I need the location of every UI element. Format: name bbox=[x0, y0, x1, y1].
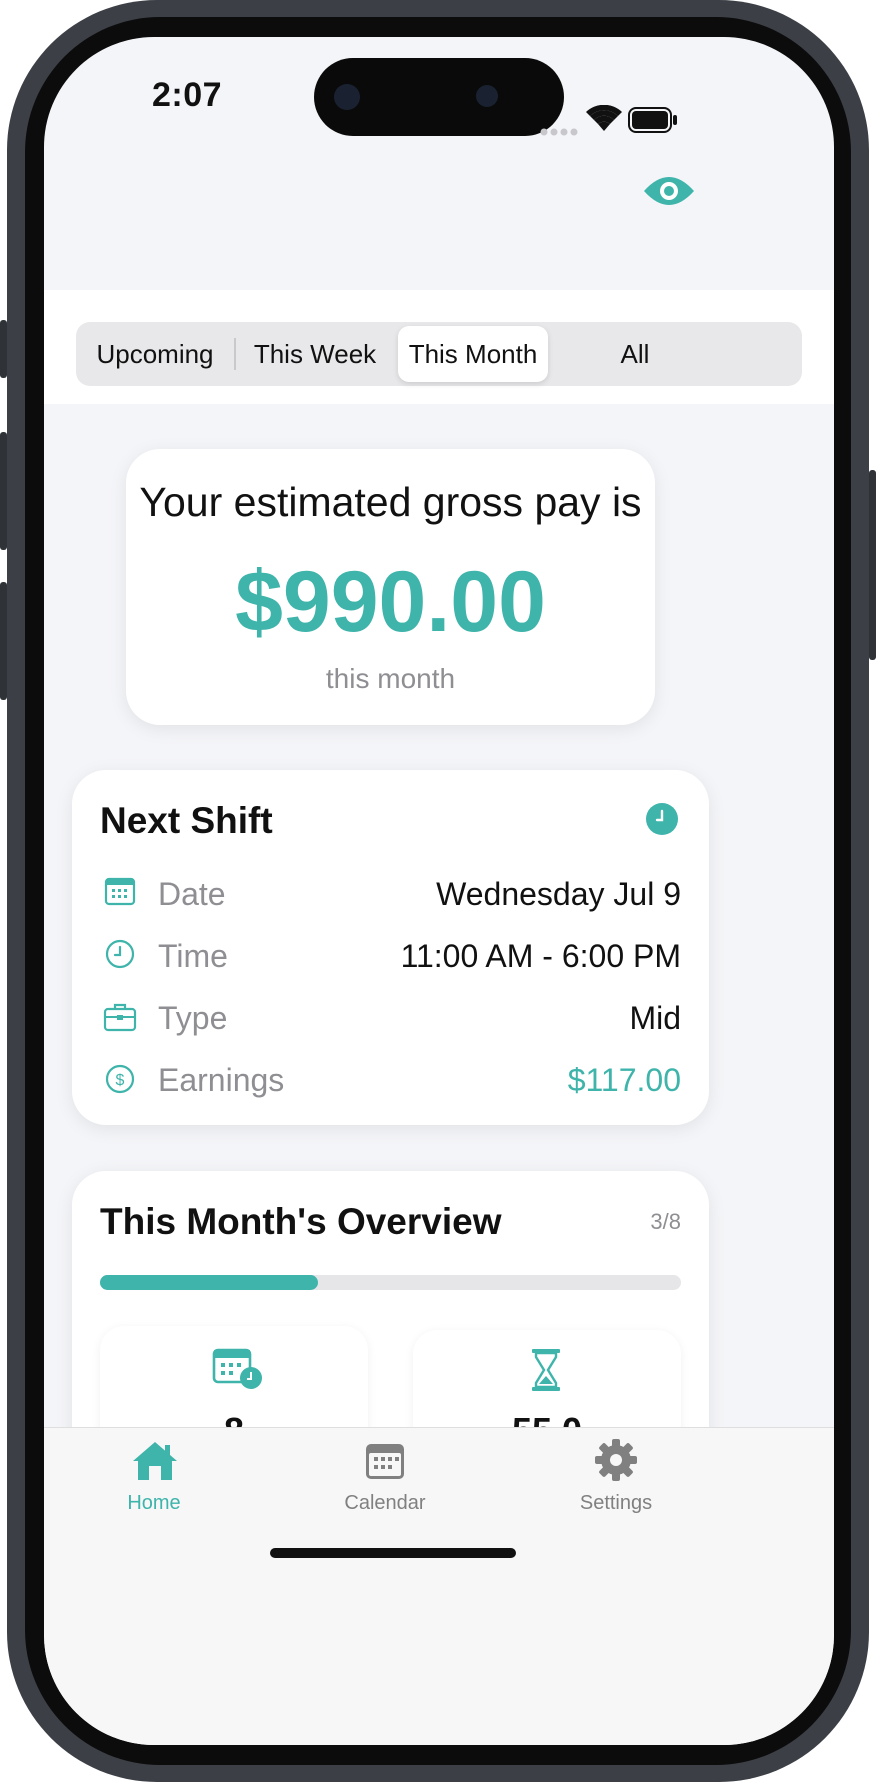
volume-up-button bbox=[0, 432, 7, 550]
time-label: Time bbox=[158, 938, 228, 974]
visibility-eye-icon[interactable] bbox=[642, 173, 696, 214]
type-value: Mid bbox=[629, 1000, 681, 1036]
gear-icon bbox=[594, 1438, 638, 1487]
hourglass-icon bbox=[531, 1348, 561, 1397]
time-value: 11:00 AM - 6:00 PM bbox=[400, 938, 681, 974]
calendar-icon bbox=[365, 1442, 405, 1485]
wifi-icon bbox=[586, 104, 622, 138]
calendar-icon bbox=[104, 876, 136, 911]
bottom-tab-bar: Home Calendar Settings bbox=[44, 1427, 834, 1745]
earnings-label: Earnings bbox=[158, 1062, 285, 1098]
clock-badge-icon bbox=[646, 803, 678, 840]
power-button bbox=[869, 470, 876, 660]
gross-pay-card: Your estimated gross pay is $990.00 this… bbox=[126, 449, 655, 725]
tab-home-label: Home bbox=[127, 1492, 181, 1514]
overview-progress-bar bbox=[100, 1275, 681, 1290]
date-label: Date bbox=[158, 876, 226, 912]
svg-text:$: $ bbox=[116, 1072, 125, 1089]
camera-lens bbox=[334, 84, 360, 110]
tab-settings[interactable]: Settings bbox=[536, 1428, 696, 1528]
gross-pay-amount: $990.00 bbox=[235, 554, 546, 650]
dollar-icon: $ bbox=[105, 1064, 135, 1099]
app-screen: 2:07 Upcoming This Week This Month All Y… bbox=[44, 37, 834, 1745]
calendar-clock-icon bbox=[212, 1346, 264, 1395]
overview-count: 3/8 bbox=[650, 1209, 681, 1234]
segment-all[interactable]: All bbox=[556, 322, 714, 386]
next-shift-card[interactable]: Next Shift Date Wednesday Jul 9 Time 11:… bbox=[72, 770, 709, 1125]
segment-this-week[interactable]: This Week bbox=[236, 322, 394, 386]
tab-home[interactable]: Home bbox=[74, 1428, 234, 1528]
overview-title: This Month's Overview bbox=[100, 1201, 502, 1242]
period-segmented-control: Upcoming This Week This Month All bbox=[76, 322, 802, 386]
house-icon bbox=[131, 1440, 179, 1487]
type-label: Type bbox=[158, 1000, 228, 1036]
status-time: 2:07 bbox=[152, 76, 223, 114]
sensor-lens bbox=[476, 85, 498, 107]
clock-icon bbox=[105, 939, 135, 974]
gross-pay-period: this month bbox=[325, 663, 456, 694]
segment-upcoming[interactable]: Upcoming bbox=[76, 322, 234, 386]
date-value: Wednesday Jul 9 bbox=[436, 876, 681, 912]
tab-calendar[interactable]: Calendar bbox=[305, 1428, 465, 1528]
earnings-value: $117.00 bbox=[567, 1062, 681, 1098]
signal-icon bbox=[540, 124, 580, 142]
dynamic-island bbox=[314, 58, 564, 136]
next-shift-title: Next Shift bbox=[100, 800, 273, 841]
gross-pay-title: Your estimated gross pay is bbox=[139, 479, 642, 525]
action-button bbox=[0, 320, 7, 378]
battery-icon bbox=[628, 107, 678, 138]
briefcase-icon bbox=[103, 1002, 137, 1037]
overview-progress-fill bbox=[100, 1275, 318, 1290]
tab-calendar-label: Calendar bbox=[344, 1492, 426, 1514]
tab-settings-label: Settings bbox=[579, 1492, 653, 1514]
segment-this-month[interactable]: This Month bbox=[398, 326, 548, 382]
home-indicator bbox=[270, 1548, 516, 1558]
volume-down-button bbox=[0, 582, 7, 700]
